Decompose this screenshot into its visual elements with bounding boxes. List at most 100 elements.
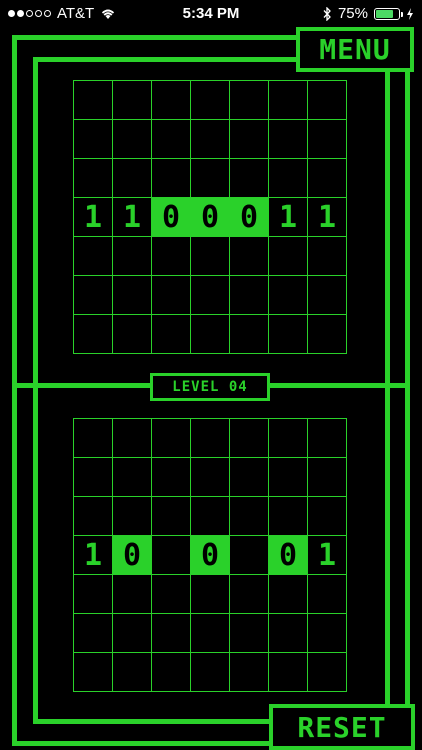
grid-cell[interactable]	[230, 458, 269, 497]
target_row-cell-5: 0	[230, 198, 269, 237]
grid-cell[interactable]	[152, 419, 191, 458]
grid-cell	[74, 237, 113, 276]
grid-cell[interactable]	[230, 575, 269, 614]
grid-cell[interactable]	[113, 497, 152, 536]
frame-outer-top	[12, 35, 302, 40]
player_row-cell-4[interactable]: 0	[191, 536, 230, 575]
grid-cell[interactable]	[191, 497, 230, 536]
target_row-cell-2: 1	[113, 198, 152, 237]
grid-cell	[113, 276, 152, 315]
grid-cell	[269, 315, 308, 354]
grid-cell	[74, 315, 113, 354]
grid-cell	[152, 276, 191, 315]
grid-cell[interactable]	[308, 575, 347, 614]
grid-cell[interactable]	[269, 497, 308, 536]
player_row-cell-2[interactable]: 0	[113, 536, 152, 575]
grid-cell[interactable]	[269, 575, 308, 614]
grid-cell[interactable]	[113, 614, 152, 653]
grid-cell	[269, 120, 308, 159]
divider-left	[12, 383, 152, 388]
grid-cell	[113, 159, 152, 198]
grid-cell[interactable]	[152, 653, 191, 692]
grid-cell[interactable]	[269, 614, 308, 653]
grid-cell[interactable]	[230, 419, 269, 458]
grid-cell	[191, 159, 230, 198]
target_row-cell-6: 1	[269, 198, 308, 237]
reset-label: RESET	[297, 710, 387, 744]
grid-cell	[152, 81, 191, 120]
grid-cell[interactable]	[191, 419, 230, 458]
grid-cell[interactable]	[308, 419, 347, 458]
frame-inner-bottom	[33, 719, 273, 724]
grid-cell	[113, 120, 152, 159]
grid-cell	[152, 237, 191, 276]
grid-cell[interactable]	[152, 458, 191, 497]
grid-cell[interactable]	[308, 653, 347, 692]
grid-cell	[191, 276, 230, 315]
grid-cell[interactable]	[269, 419, 308, 458]
grid-cell[interactable]	[230, 497, 269, 536]
grid-cell	[308, 120, 347, 159]
grid-cell[interactable]	[152, 497, 191, 536]
menu-button[interactable]: MENU	[296, 27, 414, 72]
grid-cell[interactable]	[191, 614, 230, 653]
player_row-cell-1[interactable]: 1	[74, 536, 113, 575]
charging-bolt-icon	[407, 7, 413, 20]
grid-cell[interactable]	[269, 458, 308, 497]
target_row-cell-3: 0	[152, 198, 191, 237]
grid-cell	[74, 81, 113, 120]
grid-cell[interactable]	[74, 458, 113, 497]
grid-cell	[230, 81, 269, 120]
grid-cell	[230, 315, 269, 354]
player_row-cell-5[interactable]	[230, 536, 269, 575]
status-bar: AT&T 5:34 PM 75%	[0, 0, 422, 28]
grid-cell	[308, 237, 347, 276]
grid-cell	[230, 120, 269, 159]
menu-label: MENU	[319, 33, 391, 66]
grid-cell	[308, 159, 347, 198]
grid-cell	[191, 81, 230, 120]
battery-percent: 75%	[337, 5, 368, 22]
grid-cell[interactable]	[74, 614, 113, 653]
divider-right	[270, 383, 410, 388]
player_row-cell-3[interactable]	[152, 536, 191, 575]
grid-cell[interactable]	[191, 458, 230, 497]
grid-cell[interactable]	[308, 458, 347, 497]
reset-button[interactable]: RESET	[269, 704, 415, 750]
target_row-cell-7: 1	[308, 198, 347, 237]
target_row-cell-1: 1	[74, 198, 113, 237]
player-grid[interactable]: 10001	[73, 418, 347, 692]
grid-cell	[230, 237, 269, 276]
grid-cell[interactable]	[113, 458, 152, 497]
grid-cell	[269, 159, 308, 198]
grid-cell	[113, 81, 152, 120]
grid-cell[interactable]	[74, 575, 113, 614]
grid-cell[interactable]	[230, 614, 269, 653]
grid-cell	[308, 315, 347, 354]
grid-cell	[152, 315, 191, 354]
frame-outer-left	[12, 35, 17, 746]
target_row-cell-4: 0	[191, 198, 230, 237]
target-grid: 1100011	[73, 80, 347, 354]
grid-cell[interactable]	[230, 653, 269, 692]
grid-cell[interactable]	[74, 419, 113, 458]
player_row-cell-6[interactable]: 0	[269, 536, 308, 575]
grid-cell[interactable]	[152, 575, 191, 614]
status-right: 75%	[322, 5, 414, 22]
grid-cell[interactable]	[191, 653, 230, 692]
grid-cell[interactable]	[74, 497, 113, 536]
grid-cell[interactable]	[308, 614, 347, 653]
frame-inner-left	[33, 57, 38, 724]
grid-cell[interactable]	[113, 575, 152, 614]
grid-cell[interactable]	[113, 419, 152, 458]
grid-cell	[308, 81, 347, 120]
grid-cell[interactable]	[74, 653, 113, 692]
player_row-cell-7[interactable]: 1	[308, 536, 347, 575]
bluetooth-icon	[323, 6, 331, 21]
grid-cell[interactable]	[191, 575, 230, 614]
grid-cell[interactable]	[113, 653, 152, 692]
grid-cell[interactable]	[308, 497, 347, 536]
grid-cell	[74, 120, 113, 159]
grid-cell[interactable]	[152, 614, 191, 653]
grid-cell[interactable]	[269, 653, 308, 692]
